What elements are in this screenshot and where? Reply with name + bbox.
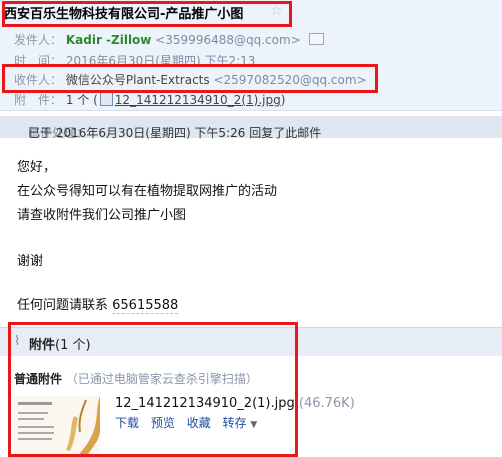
processing-value: 已于 2016年6月30日(星期四) 下午5:26 回复了此邮件 — [28, 126, 322, 140]
to-row: 收件人： 微信公众号Plant-Extracts <2597082520@qq.… — [14, 71, 367, 88]
mail-processing-bar: 邮件处理： 已于 2016年6月30日(星期四) 下午5:26 回复了此邮件 — [0, 116, 502, 140]
image-file-icon — [99, 92, 113, 106]
contact-phone[interactable]: 65615588 — [112, 298, 179, 314]
contact-prefix: 任何问题请联系 — [17, 298, 113, 313]
sender-email[interactable]: <359996488@qq.com> — [155, 33, 301, 47]
normal-attachment-row: 普通附件 （已通过电脑管家云查杀引擎扫描） — [14, 370, 258, 387]
preview-link[interactable]: 预览 — [151, 416, 175, 430]
attachment-actions: 下载 预览 收藏 转存 ▼ — [115, 414, 265, 431]
attachments-count: (1 个) — [55, 338, 91, 353]
contact-card-icon[interactable] — [308, 33, 324, 45]
attachments-title-text: 附件 — [29, 338, 56, 353]
from-label: 发件人： — [14, 33, 63, 47]
normal-attachment-label: 普通附件 — [14, 372, 63, 386]
attachment-file-name[interactable]: 12_141212134910_2(1).jpg — [115, 396, 295, 411]
attachment-count: 1 个 ( — [65, 93, 98, 107]
download-link[interactable]: 下载 — [115, 416, 139, 430]
star-icon[interactable]: ☆ — [270, 3, 283, 19]
contact-line: 任何问题请联系 65615588 — [17, 294, 179, 314]
ginseng-thumbnail-image — [14, 396, 100, 457]
sender-name[interactable]: Kadir -Zillow — [66, 33, 152, 47]
to-label: 收件人： — [14, 73, 63, 87]
attachments-title: 附件(1 个) — [29, 334, 91, 353]
attachment-thumbnail[interactable] — [14, 396, 100, 457]
favorite-link[interactable]: 收藏 — [187, 416, 211, 430]
scan-note: （已通过电脑管家云查杀引擎扫描） — [65, 372, 258, 386]
attachment-link[interactable]: 12_141212134910_2(1).jpg — [115, 93, 281, 107]
time-value: 2016年6月30日(星期四) 下午2:13 — [65, 54, 256, 68]
attachment-close-paren: ) — [280, 93, 286, 107]
attachment-row: 附 件： 1 个 ( 12_141212134910_2(1).jpg) — [14, 91, 285, 108]
attachments-header: ⌇ 附件(1 个) — [0, 327, 502, 356]
forward-label: 转存 — [222, 416, 247, 430]
time-label: 时 间： — [14, 54, 63, 68]
attachment-file-row: 12_141212134910_2(1).jpg (46.76K) — [115, 396, 355, 411]
body-line: 在公众号得知可以有在植物提取网推广的活动 — [17, 184, 278, 199]
body-line: 谢谢 — [17, 254, 44, 269]
recipient-name[interactable]: 微信公众号Plant-Extracts — [66, 73, 210, 87]
attachment-file-size: (46.76K) — [298, 396, 355, 411]
body-line: 您好， — [17, 160, 57, 175]
body-line: 请查收附件我们公司推广小图 — [17, 208, 187, 223]
email-subject: 西安百乐生物科技有限公司-产品推广小图 — [4, 7, 244, 22]
attachment-label: 附 件： — [14, 93, 63, 107]
forward-link[interactable]: 转存 ▼ — [223, 416, 258, 430]
paperclip-icon: ⌇ — [14, 334, 21, 349]
from-row: 发件人： Kadir -Zillow <359996488@qq.com> — [14, 31, 324, 48]
chevron-down-icon: ▼ — [250, 420, 258, 430]
time-row: 时 间： 2016年6月30日(星期四) 下午2:13 — [14, 52, 255, 69]
recipient-email[interactable]: <2597082520@qq.com> — [213, 73, 366, 87]
